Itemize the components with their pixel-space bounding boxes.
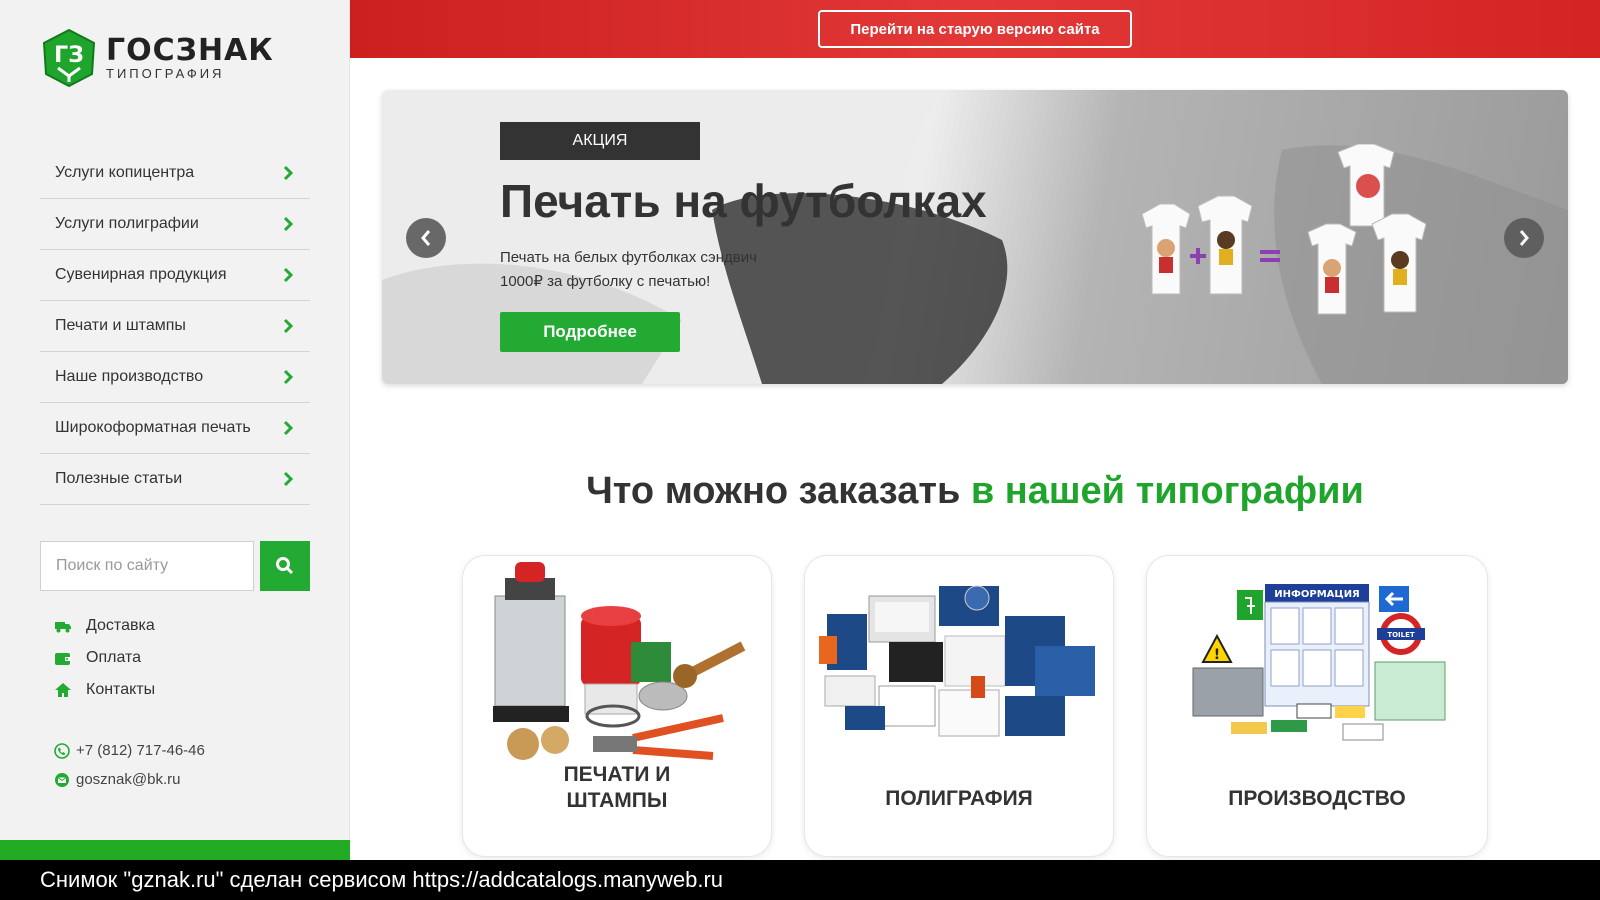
screenshot-watermark: Снимок "gznak.ru" сделан сервисом https:… <box>0 860 1600 900</box>
toilet-sign-text: TOILET <box>1387 631 1415 639</box>
more-details-button[interactable]: Подробнее <box>500 312 680 352</box>
old-site-button[interactable]: Перейти на старую версию сайта <box>818 10 1132 48</box>
sidebar-item-label: Печати и штампы <box>55 317 186 334</box>
sidebar-item-wide-format[interactable]: Широкоформатная печать <box>40 403 310 454</box>
chevron-right-icon <box>283 420 294 436</box>
sidebar-item-label: Полезные статьи <box>55 470 183 487</box>
delivery-link-label: Доставка <box>86 617 155 634</box>
production-image: ИНФОРМАЦИЯ ! TOILET <box>1192 584 1446 741</box>
tshirts-image <box>1141 144 1427 315</box>
contacts-link-label: Контакты <box>86 681 156 698</box>
sidebar-bottom-bar <box>0 840 350 860</box>
chevron-right-icon <box>283 318 294 334</box>
logo-subtitle: ТИПОГРАФИЯ <box>106 66 225 81</box>
logo-title: ГОСЗНАК <box>106 33 274 68</box>
chevron-right-icon <box>283 165 294 181</box>
info-sign-text: ИНФОРМАЦИЯ <box>1274 589 1360 600</box>
banner-title: Печать на футболках <box>500 175 987 227</box>
card-label-line: ШТАМПЫ <box>566 789 668 812</box>
site-search <box>40 541 310 591</box>
slider-next-button[interactable] <box>1504 218 1544 258</box>
contacts-link[interactable]: Контакты <box>54 674 155 706</box>
sidebar: ГЗ ГОСЗНАК ТИПОГРАФИЯ Услуги копицентра … <box>0 0 350 900</box>
logo-text: ГОСЗНАК ТИПОГРАФИЯ <box>106 35 274 81</box>
email-address: gosznak@bk.ru <box>76 771 181 788</box>
sidebar-item-articles[interactable]: Полезные статьи <box>40 454 310 505</box>
home-icon <box>55 683 71 697</box>
card-label: ПОЛИГРАФИЯ <box>885 787 1033 810</box>
email-contact[interactable]: gosznak@bk.ru <box>54 765 205 794</box>
phone-number: +7 (812) 717-46-46 <box>76 742 205 759</box>
phone-icon <box>54 742 70 759</box>
card-label-line: ПЕЧАТИ И <box>563 763 671 786</box>
payment-link[interactable]: Оплата <box>54 642 155 674</box>
search-icon <box>276 557 294 575</box>
slider-prev-button[interactable] <box>406 218 446 258</box>
banner-desc-line: 1000₽ за футболку с печатью! <box>500 273 711 290</box>
search-input[interactable] <box>40 541 254 591</box>
sidebar-item-printing-services[interactable]: Услуги полиграфии <box>40 199 310 250</box>
svg-text:ГЗ: ГЗ <box>54 43 84 68</box>
contact-info: +7 (812) 717-46-46 gosznak@bk.ru <box>54 736 205 794</box>
logo[interactable]: ГЗ ГОСЗНАК ТИПОГРАФИЯ <box>40 28 274 88</box>
section-title: Что можно заказать в нашей типографии <box>382 470 1568 513</box>
sidebar-item-souvenirs[interactable]: Сувенирная продукция <box>40 250 310 301</box>
info-links: Доставка Оплата Контакты <box>54 610 155 706</box>
phone-contact[interactable]: +7 (812) 717-46-46 <box>54 736 205 765</box>
chevron-right-icon <box>283 216 294 232</box>
sidebar-item-label: Сувенирная продукция <box>55 266 227 283</box>
chevron-right-icon <box>283 369 294 385</box>
sidebar-item-production[interactable]: Наше производство <box>40 352 310 403</box>
category-card-stamps[interactable]: ПЕЧАТИ И ШТАМПЫ <box>463 556 771 856</box>
chevron-right-icon <box>1519 230 1529 246</box>
chevron-left-icon <box>421 230 431 246</box>
banner-desc-line: Печать на белых футболках сэндвич <box>500 249 757 266</box>
chevron-right-icon <box>283 267 294 283</box>
stamps-image <box>493 562 746 760</box>
sidebar-item-label: Широкоформатная печать <box>55 419 251 436</box>
truck-icon <box>55 622 71 633</box>
sidebar-item-copy-center[interactable]: Услуги копицентра <box>40 148 310 199</box>
payment-link-label: Оплата <box>86 649 142 666</box>
category-card-production[interactable]: ИНФОРМАЦИЯ ! TOILET ПРОИЗВОДСТВО <box>1147 556 1487 856</box>
polygraphy-image <box>819 585 1095 737</box>
sidebar-item-label: Наше производство <box>55 368 204 385</box>
wallet-icon <box>55 653 71 665</box>
sidebar-item-stamps[interactable]: Печати и штампы <box>40 301 310 352</box>
email-icon <box>55 772 69 787</box>
card-label: ПЕЧАТИ И ШТАМПЫ <box>463 762 771 814</box>
logo-emblem-icon: ГЗ <box>42 28 96 88</box>
promo-badge: АКЦИЯ <box>500 122 700 160</box>
promo-slider: АКЦИЯ Печать на футболках Печать на белы… <box>382 90 1568 384</box>
banner-description: Печать на белых футболках сэндвич 1000₽ … <box>500 246 800 294</box>
svg-text:!: ! <box>1214 647 1220 663</box>
sidebar-item-label: Услуги полиграфии <box>55 215 199 232</box>
chevron-right-icon <box>283 471 294 487</box>
sidebar-item-label: Услуги копицентра <box>55 164 195 181</box>
section-title-plain: Что можно заказать <box>586 470 971 512</box>
sidebar-menu: Услуги копицентра Услуги полиграфии Суве… <box>40 148 310 505</box>
top-bar: Перейти на старую версию сайта <box>350 0 1600 58</box>
search-button[interactable] <box>260 541 310 591</box>
card-label: ПРОИЗВОДСТВО <box>1228 787 1406 810</box>
section-title-accent: в нашей типографии <box>970 470 1364 512</box>
delivery-link[interactable]: Доставка <box>54 610 155 642</box>
category-card-polygraphy[interactable]: ПОЛИГРАФИЯ <box>805 556 1113 856</box>
